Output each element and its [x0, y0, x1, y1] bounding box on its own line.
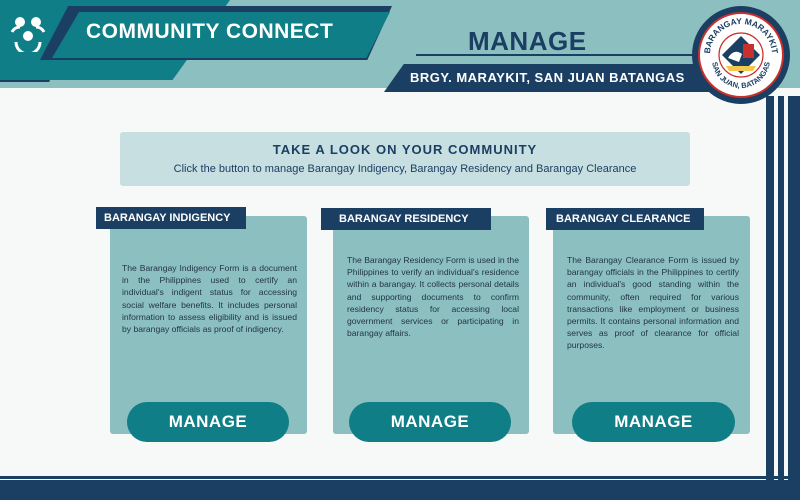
barangay-seal-emblem: BARANGAY MARAYKIT SAN JUAN, BATANGAS: [702, 16, 780, 90]
residency-card-title: BARANGAY RESIDENCY: [321, 208, 491, 230]
indigency-card-description: The Barangay Indigency Form is a documen…: [122, 263, 297, 335]
edge-stripe: [766, 96, 774, 500]
app-title: COMMUNITY CONNECT: [86, 20, 334, 43]
clearance-card-description: The Barangay Clearance Form is issued by…: [567, 255, 739, 351]
manage-residency-button[interactable]: MANAGE: [349, 402, 511, 442]
intro-subtitle: Click the button to manage Barangay Indi…: [173, 163, 637, 175]
intro-title: TAKE A LOOK ON YOUR COMMUNITY: [272, 142, 538, 157]
heading-divider: [416, 54, 700, 56]
intro-banner: TAKE A LOOK ON YOUR COMMUNITY Click the …: [120, 132, 690, 186]
location-label: BRGY. MARAYKIT, SAN JUAN BATANGAS: [410, 70, 685, 85]
residency-card-description: The Barangay Residency Form is used in t…: [347, 255, 519, 339]
clearance-card-title: BARANGAY CLEARANCE: [546, 208, 704, 230]
footer-line: [0, 476, 800, 479]
edge-stripe: [788, 96, 800, 500]
community-people-icon: [10, 17, 46, 52]
footer-bar: [0, 480, 800, 500]
manage-indigency-button[interactable]: MANAGE: [127, 402, 289, 442]
manage-clearance-button[interactable]: MANAGE: [572, 402, 735, 442]
edge-stripe: [778, 96, 784, 500]
indigency-card-title: BARANGAY INDIGENCY: [96, 207, 246, 229]
page-title: MANAGE: [468, 26, 587, 56]
